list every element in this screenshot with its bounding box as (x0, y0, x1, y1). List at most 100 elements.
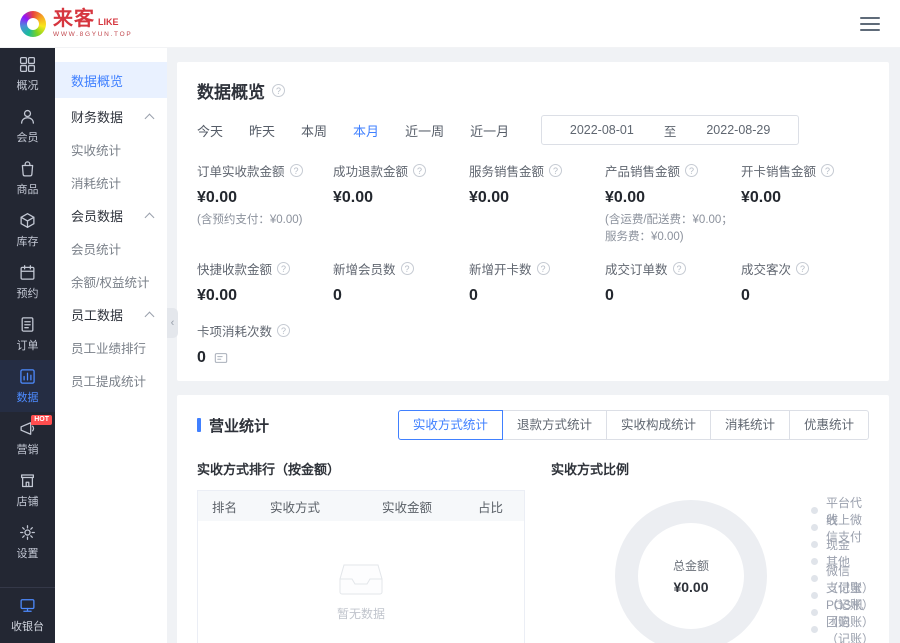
grid-icon (19, 56, 36, 73)
app-header: 来客 LIKE WWW.8GYUN.TOP (0, 0, 900, 48)
page-title: 数据概览 (197, 78, 265, 103)
tab-discount-stats[interactable]: 优惠统计 (789, 410, 869, 440)
main-content: 数据概览 今天 昨天 本周 本月 近一周 近一月 2022-08-01 至 20… (167, 48, 900, 643)
submenu-group-staff[interactable]: 员工数据 (55, 298, 167, 331)
gear-icon (19, 524, 36, 541)
submenu-item-staff-ranking[interactable]: 员工业绩排行 (55, 331, 167, 364)
help-icon[interactable] (821, 164, 834, 177)
help-icon[interactable] (537, 262, 550, 275)
date-range-picker[interactable]: 2022-08-01 至 2022-08-29 (541, 115, 799, 145)
sidebar-item-marketing[interactable]: HOT 营销 (0, 412, 55, 464)
legend-dot (811, 592, 818, 599)
help-icon[interactable] (290, 164, 303, 177)
hamburger-menu-icon[interactable] (860, 17, 880, 31)
overview-card: 数据概览 今天 昨天 本周 本月 近一周 近一月 2022-08-01 至 20… (177, 62, 889, 381)
donut-center-label: 总金额 (673, 557, 709, 574)
help-icon[interactable] (549, 164, 562, 177)
detail-icon[interactable] (214, 351, 228, 365)
income-ranking-panel: 实收方式排行（按金额） 排名 实收方式 实收金额 占比 暂无数据 (197, 459, 525, 643)
sidebar-collapse-handle[interactable]: ‹ (167, 308, 178, 338)
member-icon (19, 108, 36, 125)
tab-income-composition[interactable]: 实收构成统计 (606, 410, 711, 440)
legend-item[interactable]: 团购（记账） (811, 621, 869, 638)
date-tab-last-week[interactable]: 近一周 (405, 121, 444, 140)
sidebar-item-goods[interactable]: 商品 (0, 152, 55, 204)
submenu-item-balance-stats[interactable]: 余额/权益统计 (55, 265, 167, 298)
sidebar-item-members[interactable]: 会员 (0, 100, 55, 152)
stat-new-cards: 新增开卡数 0 (469, 259, 597, 305)
date-tab-last-month[interactable]: 近一月 (470, 121, 509, 140)
empty-inbox-icon (338, 561, 384, 597)
legend-dot (811, 609, 818, 616)
empty-text: 暂无数据 (337, 605, 385, 622)
date-from-value[interactable]: 2022-08-01 (570, 123, 634, 137)
bar-chart-icon (19, 368, 36, 385)
section-title: 营业统计 (209, 415, 269, 436)
income-proportion-panel: 实收方式比例 总金额 ¥0.00 平台代收 线上微信支付 现金 其他 微信（记账… (551, 459, 869, 643)
legend-item[interactable]: 线上微信支付 (811, 519, 869, 536)
stat-quick-payment: 快捷收款金额 ¥0.00 (197, 259, 325, 305)
stats-grid: 订单实收款金额 ¥0.00 (含预约支付：¥0.00) 成功退款金额 ¥0.00… (197, 161, 869, 305)
chart-legend: 平台代收 线上微信支付 现金 其他 微信（记账） 支付宝（记账） POS机（记账… (811, 500, 869, 638)
brand-domain: WWW.8GYUN.TOP (53, 32, 132, 39)
stat-deal-customers: 成交客次 0 (741, 259, 869, 305)
donut-chart: 总金额 ¥0.00 (615, 500, 767, 643)
submenu-item-staff-commission[interactable]: 员工提成统计 (55, 364, 167, 397)
sidebar-item-data[interactable]: 数据 (0, 360, 55, 412)
date-tab-today[interactable]: 今天 (197, 121, 223, 140)
help-icon[interactable] (796, 262, 809, 275)
help-icon[interactable] (685, 164, 698, 177)
stat-new-members: 新增会员数 0 (333, 259, 461, 305)
sidebar-item-overview[interactable]: 概况 (0, 48, 55, 100)
tab-consume-stats[interactable]: 消耗统计 (710, 410, 790, 440)
legend-dot (811, 558, 818, 565)
sidebar-item-cashier[interactable]: 收银台 (0, 587, 55, 643)
legend-dot (811, 541, 818, 548)
submenu-group-finance[interactable]: 财务数据 (55, 100, 167, 133)
col-amount: 实收金额 (382, 497, 478, 516)
legend-dot (811, 575, 818, 582)
help-icon[interactable] (401, 262, 414, 275)
calendar-icon (19, 264, 36, 281)
stat-deal-orders: 成交订单数 0 (605, 259, 733, 305)
help-icon[interactable] (673, 262, 686, 275)
brand-logo[interactable]: 来客 LIKE WWW.8GYUN.TOP (20, 9, 132, 39)
storefront-icon (19, 472, 36, 489)
brand-burst-icon (20, 11, 46, 37)
help-icon[interactable] (413, 164, 426, 177)
secondary-sidebar: 数据概览 财务数据 实收统计 消耗统计 会员数据 会员统计 余额/权益统计 员工… (55, 48, 167, 643)
business-tabs: 实收方式统计 退款方式统计 实收构成统计 消耗统计 优惠统计 (398, 410, 869, 440)
tab-income-method[interactable]: 实收方式统计 (398, 410, 503, 440)
bag-icon (19, 160, 36, 177)
sidebar-item-stock[interactable]: 库存 (0, 204, 55, 256)
submenu-item-income-stats[interactable]: 实收统计 (55, 133, 167, 166)
submenu-item-consume-stats[interactable]: 消耗统计 (55, 166, 167, 199)
date-filter-row: 今天 昨天 本周 本月 近一周 近一月 2022-08-01 至 2022-08… (197, 115, 869, 145)
brand-name: 来客 (53, 9, 95, 29)
help-icon[interactable] (277, 324, 290, 337)
section-marker (197, 418, 201, 432)
sidebar-item-shop[interactable]: 店铺 (0, 464, 55, 516)
col-rank: 排名 (212, 497, 270, 516)
date-tab-this-week[interactable]: 本周 (301, 121, 327, 140)
tab-refund-method[interactable]: 退款方式统计 (502, 410, 607, 440)
legend-dot (811, 507, 818, 514)
chevron-up-icon (145, 311, 155, 321)
submenu-item-data-overview[interactable]: 数据概览 (55, 62, 167, 98)
help-icon[interactable] (272, 84, 285, 97)
submenu-item-member-stats[interactable]: 会员统计 (55, 232, 167, 265)
date-to-value[interactable]: 2022-08-29 (706, 123, 770, 137)
empty-state: 暂无数据 (198, 561, 524, 622)
help-icon[interactable] (277, 262, 290, 275)
submenu-group-member[interactable]: 会员数据 (55, 199, 167, 232)
date-tab-this-month[interactable]: 本月 (353, 121, 379, 140)
sidebar-item-settings[interactable]: 设置 (0, 516, 55, 568)
date-tab-yesterday[interactable]: 昨天 (249, 121, 275, 140)
stat-order-income: 订单实收款金额 ¥0.00 (含预约支付：¥0.00) (197, 161, 325, 245)
sidebar-item-booking[interactable]: 预约 (0, 256, 55, 308)
proportion-title: 实收方式比例 (551, 459, 869, 478)
sidebar-item-orders[interactable]: 订单 (0, 308, 55, 360)
hot-badge: HOT (31, 415, 52, 425)
document-icon (19, 316, 36, 333)
chevron-up-icon (145, 212, 155, 222)
